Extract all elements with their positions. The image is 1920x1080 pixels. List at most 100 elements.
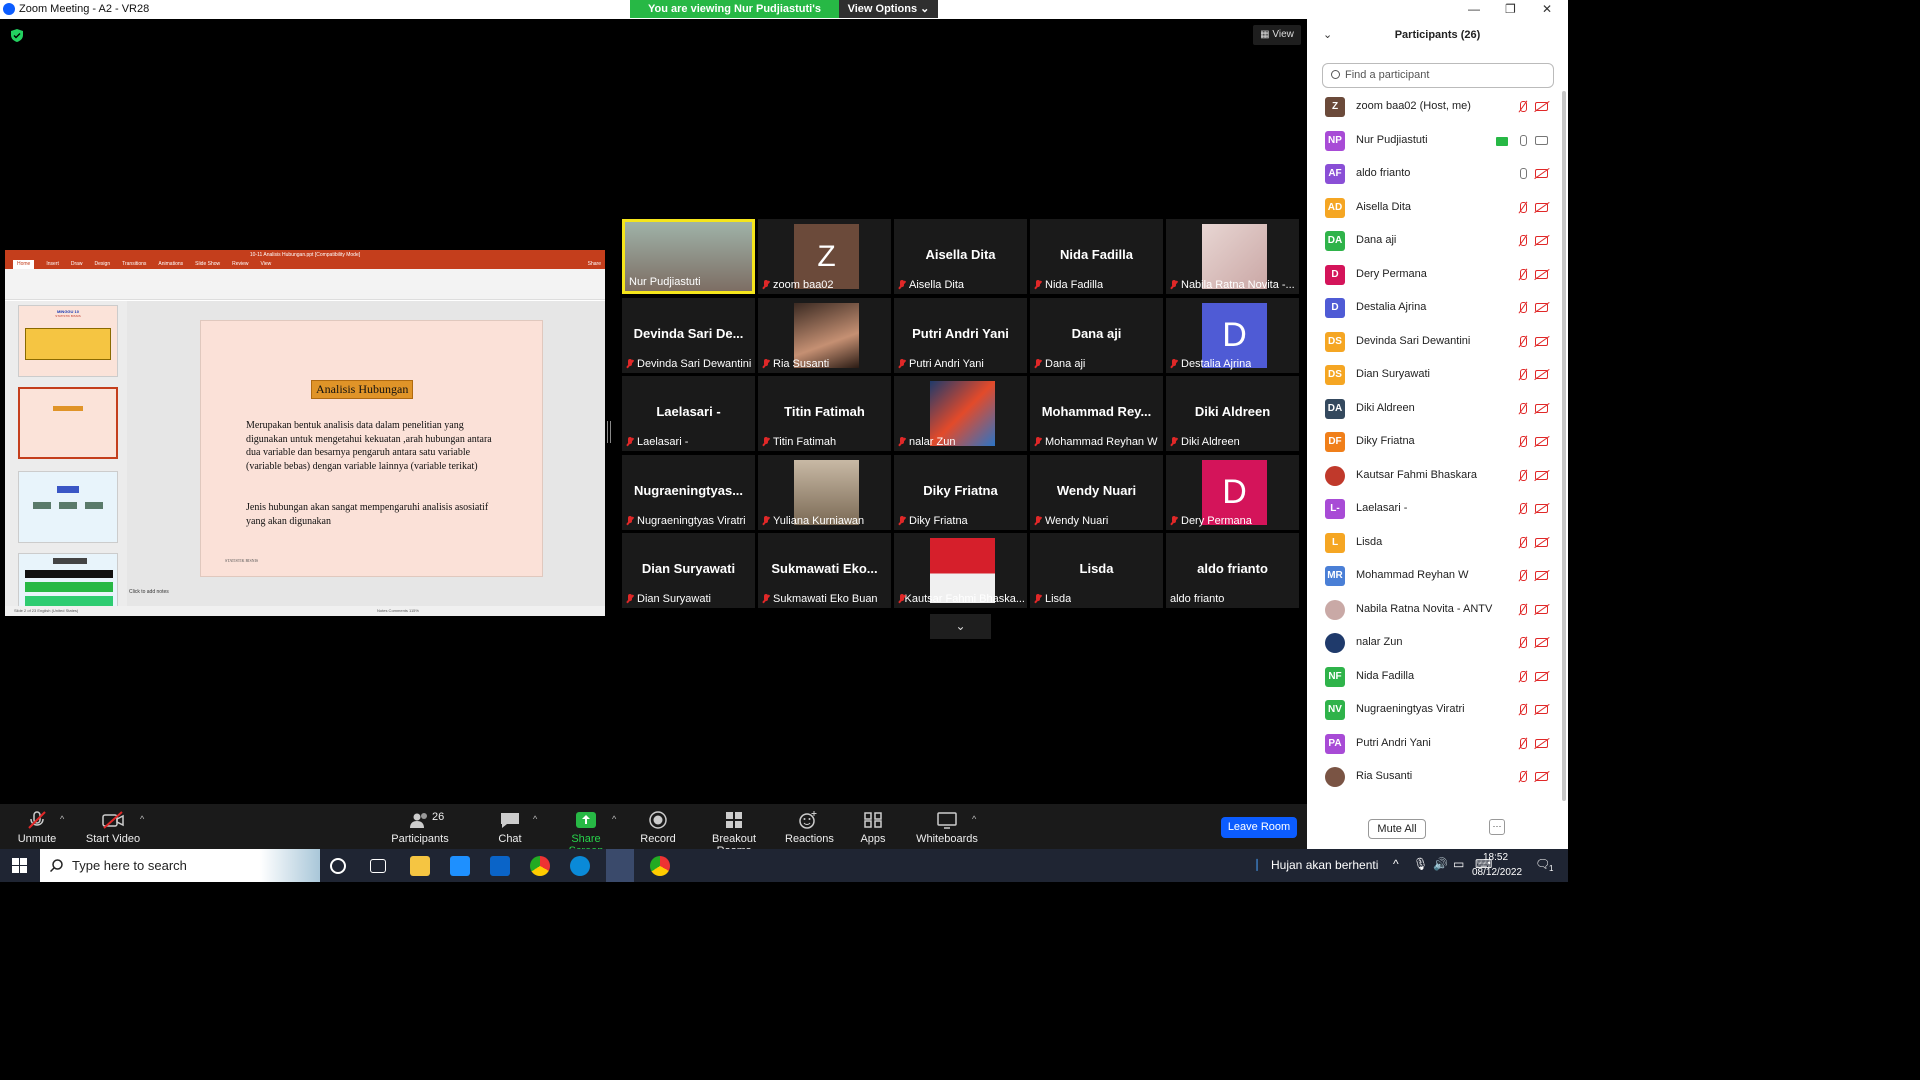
- participant-search-input[interactable]: Find a participant: [1322, 63, 1554, 88]
- participant-row[interactable]: L Lisda: [1307, 527, 1562, 561]
- teamviewer-icon[interactable]: [570, 856, 590, 876]
- camera-off-icon[interactable]: [1535, 102, 1548, 111]
- ppt-tab-insert[interactable]: Insert: [46, 260, 59, 269]
- mic-muted-icon[interactable]: [1517, 268, 1529, 281]
- video-tile[interactable]: Nabila Ratna Novita -...: [1166, 219, 1299, 294]
- video-tile[interactable]: aldo frianto aldo frianto: [1166, 533, 1299, 608]
- ppt-tab-draw[interactable]: Draw: [71, 260, 83, 269]
- taskbar-search-input[interactable]: Type here to search: [40, 849, 320, 882]
- video-tile[interactable]: Aisella Dita Aisella Dita: [894, 219, 1027, 294]
- volume-icon[interactable]: 🔊: [1433, 857, 1448, 871]
- participant-row[interactable]: D Dery Permana: [1307, 259, 1562, 293]
- participant-row[interactable]: D Destalia Ajrina: [1307, 292, 1562, 326]
- gallery-next-page-button[interactable]: ⌄: [930, 614, 991, 639]
- mic-muted-icon[interactable]: [1517, 704, 1529, 716]
- tray-chevron-icon[interactable]: ^: [1393, 857, 1399, 871]
- camera-off-icon[interactable]: [1535, 772, 1548, 781]
- ppt-tab-review[interactable]: Review: [232, 260, 248, 269]
- view-options-button[interactable]: View Options ⌄: [839, 0, 938, 18]
- mic-muted-icon[interactable]: [1517, 670, 1529, 683]
- chat-options-caret[interactable]: ^: [533, 814, 537, 824]
- windows-start-icon[interactable]: [12, 858, 27, 873]
- video-tile[interactable]: Nida Fadilla Nida Fadilla: [1030, 219, 1163, 294]
- camera-off-icon[interactable]: [1535, 504, 1548, 513]
- ppt-tab-transitions[interactable]: Transitions: [122, 260, 146, 269]
- mic-muted-icon[interactable]: [1517, 436, 1529, 448]
- file-explorer-icon[interactable]: [410, 856, 430, 876]
- camera-off-icon[interactable]: [1535, 705, 1548, 714]
- camera-off-icon[interactable]: [1535, 336, 1548, 346]
- camera-off-icon[interactable]: [1535, 638, 1548, 647]
- participant-row[interactable]: NV Nugraeningtyas Viratri: [1307, 694, 1562, 728]
- record-button[interactable]: Record: [638, 804, 678, 845]
- start-video-button[interactable]: Start Video: [85, 804, 141, 845]
- close-icon[interactable]: ✕: [1542, 2, 1552, 16]
- camera-off-icon[interactable]: [1535, 738, 1548, 748]
- video-tile[interactable]: Sukmawati Eko... Sukmawati Eko Buan: [758, 533, 891, 608]
- mic-muted-icon[interactable]: [1517, 469, 1529, 482]
- chrome-icon-2[interactable]: [650, 856, 670, 876]
- video-tile[interactable]: D Dery Permana: [1166, 454, 1299, 530]
- participant-row[interactable]: Kautsar Fahmi Bhaskara: [1307, 460, 1562, 494]
- mail-icon[interactable]: [490, 856, 510, 876]
- clock-time[interactable]: 18:52: [1483, 852, 1508, 863]
- ppt-tab-view[interactable]: View: [261, 260, 272, 269]
- audio-options-caret[interactable]: ^: [60, 814, 64, 824]
- whiteboards-options-caret[interactable]: ^: [972, 814, 976, 824]
- slide-thumbnail-3[interactable]: [18, 471, 118, 543]
- ppt-tab-design[interactable]: Design: [95, 260, 111, 269]
- camera-off-icon[interactable]: [1535, 370, 1548, 379]
- mic-muted-icon[interactable]: [1517, 771, 1529, 783]
- participant-row[interactable]: NF Nida Fadilla: [1307, 661, 1562, 695]
- video-tile[interactable]: Wendy Nuari Wendy Nuari: [1030, 454, 1163, 530]
- participant-row[interactable]: Zzoom baa02 (Host, me): [1307, 91, 1562, 125]
- camera-off-icon[interactable]: [1535, 470, 1548, 480]
- mic-muted-icon[interactable]: [1517, 603, 1529, 616]
- camera-icon[interactable]: [1535, 135, 1548, 145]
- minimize-icon[interactable]: —: [1468, 2, 1480, 16]
- cortana-icon[interactable]: [330, 858, 346, 874]
- mic-muted-icon[interactable]: [1517, 402, 1529, 415]
- camera-off-icon[interactable]: [1535, 403, 1548, 413]
- video-tile[interactable]: Putri Andri Yani Putri Andri Yani: [894, 297, 1027, 373]
- ppt-tab-home[interactable]: Home: [13, 260, 35, 269]
- microphone-tray-icon[interactable]: 🎙: [1413, 857, 1428, 871]
- camera-off-icon[interactable]: [1535, 604, 1548, 614]
- participant-row[interactable]: L- Laelasari -: [1307, 493, 1562, 527]
- mic-muted-icon[interactable]: [1517, 235, 1529, 247]
- notification-icon[interactable]: 🗨: [1535, 857, 1550, 871]
- video-tile[interactable]: Mohammad Rey... Mohammad Reyhan W: [1030, 376, 1163, 451]
- task-view-icon[interactable]: [370, 859, 386, 873]
- video-tile[interactable]: Laelasari - Laelasari -: [622, 376, 755, 451]
- video-tile[interactable]: D Destalia Ajrina: [1166, 297, 1299, 373]
- mic-muted-icon[interactable]: [1517, 201, 1529, 214]
- participant-row[interactable]: AF aldo frianto: [1307, 158, 1562, 192]
- camera-off-icon[interactable]: [1535, 202, 1548, 212]
- camera-off-icon[interactable]: [1535, 303, 1548, 312]
- mic-icon[interactable]: [1517, 168, 1529, 180]
- video-tile[interactable]: Diki Aldreen Diki Aldreen: [1166, 376, 1299, 451]
- more-options-button[interactable]: ···: [1489, 819, 1505, 835]
- camera-off-icon[interactable]: [1535, 169, 1548, 178]
- participant-row[interactable]: MR Mohammad Reyhan W: [1307, 560, 1562, 594]
- network-icon[interactable]: ▭: [1453, 857, 1464, 871]
- participant-row[interactable]: DA Diki Aldreen: [1307, 393, 1562, 427]
- maximize-icon[interactable]: ❐: [1505, 2, 1516, 16]
- mic-muted-icon[interactable]: [1517, 369, 1529, 381]
- leave-room-button[interactable]: Leave Room: [1221, 817, 1297, 838]
- video-tile[interactable]: Diky Friatna Diky Friatna: [894, 454, 1027, 530]
- video-tile[interactable]: Titin Fatimah Titin Fatimah: [758, 376, 891, 451]
- participant-row[interactable]: DS Devinda Sari Dewantini: [1307, 326, 1562, 360]
- slide-thumbnail-2[interactable]: [18, 387, 118, 459]
- mic-muted-icon[interactable]: [1517, 101, 1529, 113]
- camera-off-icon[interactable]: [1535, 537, 1548, 547]
- zoom-taskbar-icon[interactable]: [606, 849, 634, 882]
- mic-muted-icon[interactable]: [1517, 335, 1529, 348]
- video-tile[interactable]: Devinda Sari De... Devinda Sari Dewantini: [622, 297, 755, 373]
- participant-row[interactable]: DA Dana aji: [1307, 225, 1562, 259]
- camera-off-icon[interactable]: [1535, 571, 1548, 580]
- apps-button[interactable]: Apps: [855, 804, 891, 845]
- weather-text[interactable]: Hujan akan berhenti: [1271, 858, 1378, 872]
- mic-muted-icon[interactable]: [1517, 637, 1529, 649]
- chrome-icon[interactable]: [530, 856, 550, 876]
